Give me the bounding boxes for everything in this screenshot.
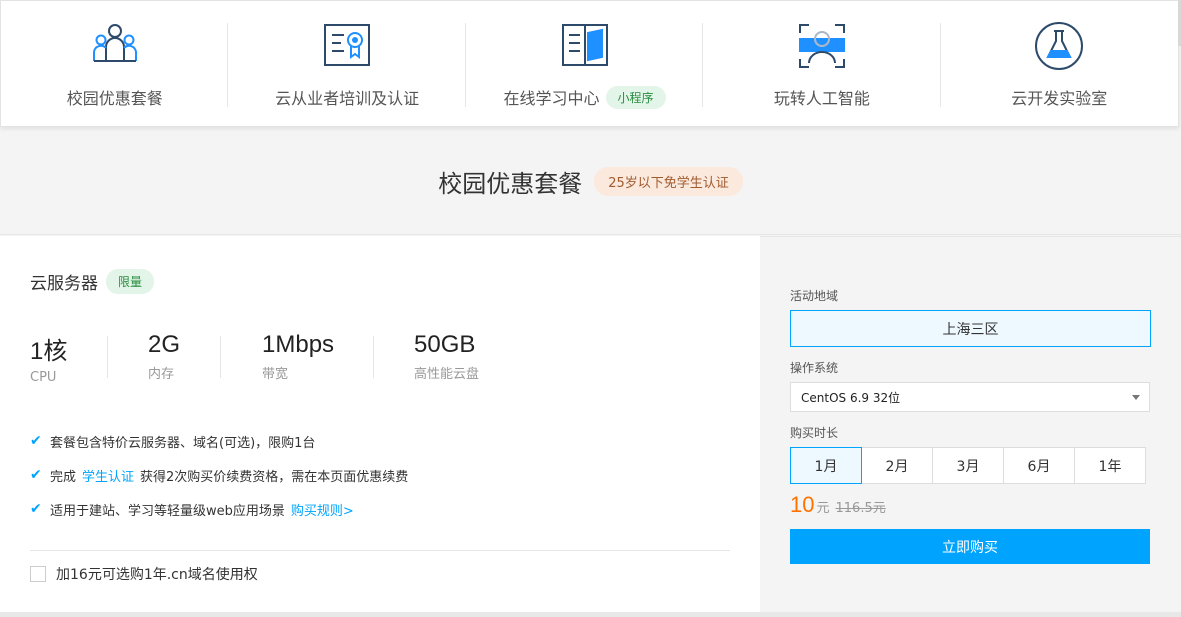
duration-1-month[interactable]: 1月 <box>790 447 862 484</box>
product-title: 云服务器 <box>30 274 98 294</box>
top-nav: 校园优惠套餐 云从业者培训及认证 在线学习中心 小程序 玩转人工智能 云开发实验… <box>0 0 1179 127</box>
os-label: 操作系统 <box>790 361 839 375</box>
original-price: 116.5元 <box>835 501 886 516</box>
check-icon: ✔ <box>30 433 42 449</box>
face-scan-icon <box>798 24 845 68</box>
duration-label: 购买时长 <box>790 426 839 440</box>
feature-item: ✔ 适用于建站、学习等轻量级web应用场景 购买规则> <box>30 500 354 519</box>
student-tag: 25岁以下免学生认证 <box>594 166 743 196</box>
duration-2-months[interactable]: 2月 <box>861 447 933 484</box>
domain-addon-checkbox[interactable] <box>30 566 46 582</box>
price-unit: 元 <box>816 501 830 516</box>
spec-cpu: 1核 CPU <box>30 338 68 385</box>
nav-item-dev-lab[interactable]: 云开发实验室 <box>941 1 1178 128</box>
duration-6-months[interactable]: 6月 <box>1003 447 1075 484</box>
nav-label: 云开发实验室 <box>1011 89 1108 108</box>
nav-label: 玩转人工智能 <box>773 89 870 108</box>
nav-item-ai[interactable]: 玩转人工智能 <box>703 1 941 128</box>
duration-options: 1月 2月 3月 6月 1年 <box>790 447 1146 484</box>
region-option[interactable]: 上海三区 <box>790 310 1151 347</box>
duration-3-months[interactable]: 3月 <box>932 447 1004 484</box>
people-group-icon <box>92 24 137 62</box>
student-verify-link[interactable]: 学生认证 <box>82 466 134 485</box>
nav-label: 在线学习中心 <box>503 89 600 108</box>
spec-bandwidth: 1Mbps 带宽 <box>262 331 335 382</box>
spec-memory: 2G 内存 <box>148 331 181 382</box>
certificate-icon <box>324 24 371 66</box>
os-select[interactable]: CentOS 6.9 32位 <box>790 382 1150 412</box>
nav-label: 校园优惠套餐 <box>66 89 163 108</box>
feature-list: ✔ 套餐包含特价云服务器、域名(可选)，限购1台 ✔ 完成 学生认证 获得2次购… <box>30 424 408 526</box>
nav-label: 云从业者培训及认证 <box>275 89 420 108</box>
feature-item: ✔ 完成 学生认证 获得2次购买价续费资格，需在本页面优惠续费 <box>30 466 409 485</box>
price-value: 10 <box>790 492 815 517</box>
order-panel: 活动地域 上海三区 操作系统 CentOS 6.9 32位 购买时长 1月 2月… <box>760 236 1181 612</box>
spec-list: 1核 CPU 2G 内存 1Mbps 带宽 50GB 高性能云盘 <box>30 331 544 385</box>
nav-item-learning-center[interactable]: 在线学习中心 小程序 <box>466 1 704 128</box>
check-icon: ✔ <box>30 501 42 517</box>
price: 10 元 116.5元 <box>790 492 886 518</box>
flask-icon <box>1035 22 1084 70</box>
section-header: 校园优惠套餐 25岁以下免学生认证 <box>0 128 1181 235</box>
chevron-down-icon <box>1132 395 1140 400</box>
product-panel: 云服务器 限量 1核 CPU 2G 内存 1Mbps 带宽 50GB 高性能云盘… <box>0 236 760 612</box>
purchase-rules-link[interactable]: 购买规则> <box>291 500 354 519</box>
section-title: 校园优惠套餐 <box>438 169 583 198</box>
nav-item-campus[interactable]: 校园优惠套餐 <box>1 1 229 128</box>
duration-1-year[interactable]: 1年 <box>1074 447 1146 484</box>
feature-item: ✔ 套餐包含特价云服务器、域名(可选)，限购1台 <box>30 433 316 451</box>
limited-badge: 限量 <box>106 269 155 294</box>
divider <box>30 550 730 551</box>
buy-now-button[interactable]: 立即购买 <box>790 529 1150 564</box>
bottom-divider <box>0 612 1181 617</box>
mini-program-badge: 小程序 <box>605 85 666 109</box>
domain-addon-label: 加16元可选购1年.cn域名使用权 <box>56 567 258 583</box>
spec-disk: 50GB 高性能云盘 <box>414 331 480 382</box>
check-icon: ✔ <box>30 467 42 483</box>
domain-addon-option[interactable]: 加16元可选购1年.cn域名使用权 <box>30 564 258 584</box>
book-icon <box>561 24 608 66</box>
region-label: 活动地域 <box>790 289 839 303</box>
os-value: CentOS 6.9 32位 <box>801 390 901 405</box>
nav-item-certification[interactable]: 云从业者培训及认证 <box>228 1 466 128</box>
